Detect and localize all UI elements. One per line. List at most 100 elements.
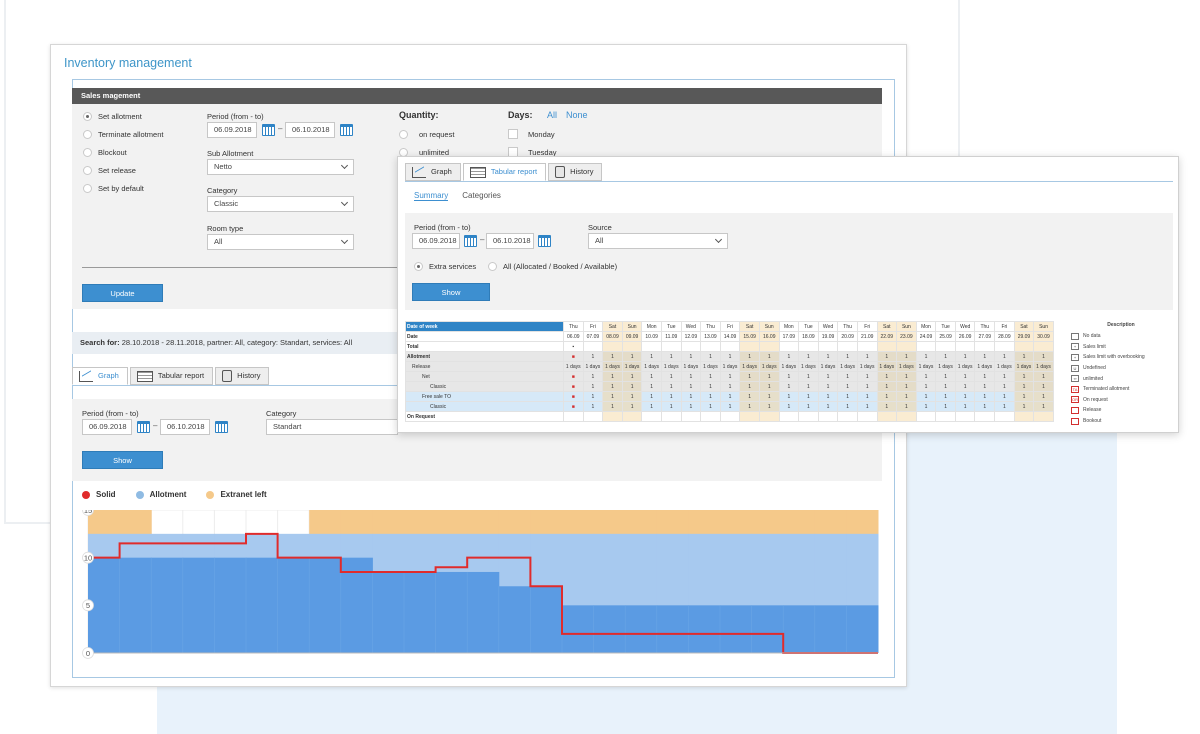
table-cell: 1 <box>621 351 643 362</box>
table-cell <box>778 341 800 352</box>
area-segment <box>656 605 689 653</box>
radio-button[interactable] <box>488 262 497 271</box>
radio-all-allocated[interactable]: All (Allocated / Booked / Available) <box>488 262 617 271</box>
table-cell: 1 <box>680 401 702 412</box>
table-cell: 1 <box>974 351 996 362</box>
table-cell: 1 days <box>837 361 858 372</box>
table-cell: 1 <box>994 391 1015 402</box>
graph-category-select[interactable]: Standart <box>266 419 398 435</box>
calendar-icon[interactable] <box>137 421 150 433</box>
table-row: Date 06.09 07.09 08.09 09.09 10.09 11.09 12.09 1… <box>405 331 1054 342</box>
overlay-source-select[interactable]: All <box>588 233 728 249</box>
table-cell: 1 <box>758 371 780 382</box>
radio-button[interactable] <box>399 130 408 139</box>
days-none-link[interactable]: None <box>566 110 588 120</box>
table-cell: 1 <box>758 401 780 412</box>
calendar-icon[interactable] <box>340 124 353 136</box>
table-cell: 1 <box>935 371 956 382</box>
calendar-icon[interactable] <box>215 421 228 433</box>
table-row: Classic ■ 1 1 1 1 1 1 1 1 1 1 1 1 1 1 1 1 1 1 1 1 1 1 1 1 <box>405 381 1054 392</box>
table-cell: 12.09 <box>680 331 702 342</box>
radio-on-request[interactable]: on request <box>399 130 454 139</box>
calendar-icon[interactable] <box>538 235 551 247</box>
radio-set-allotment[interactable]: Set allotment <box>83 112 142 121</box>
period-to-input[interactable]: 06.10.2018 <box>285 122 335 138</box>
tab-graph[interactable]: Graph <box>72 367 128 385</box>
table-cell: ■ <box>563 351 584 362</box>
tab-graph[interactable]: Graph <box>405 163 461 181</box>
radio-terminate-allotment[interactable]: Terminate allotment <box>83 130 163 139</box>
table-cell: 1 <box>935 401 956 412</box>
table-cell: 1 <box>856 351 878 362</box>
table-cell: Fri <box>582 321 604 332</box>
table-cell: 10.09 <box>641 331 662 342</box>
table-cell: 1 days <box>719 361 741 372</box>
row-label: Allotment <box>405 351 564 362</box>
room-type-select[interactable]: All <box>207 234 354 250</box>
table-cell: 24.09 <box>915 331 937 342</box>
table-cell: 1 <box>660 381 682 392</box>
table-cell: 1 <box>798 351 819 362</box>
category-select[interactable]: Classic <box>207 196 354 212</box>
table-cell: 1 <box>739 391 760 402</box>
radio-button[interactable] <box>83 148 92 157</box>
graph-icon <box>412 166 426 178</box>
table-cell: 1 <box>602 391 623 402</box>
table-cell <box>954 411 976 422</box>
table-cell: 1 <box>602 401 623 412</box>
tab-tabular-report[interactable]: Tabular report <box>129 367 214 385</box>
tab-history[interactable]: History <box>548 163 603 181</box>
radio-button[interactable] <box>83 184 92 193</box>
table-cell: 1 <box>1013 371 1035 382</box>
subtab-summary[interactable]: Summary <box>414 191 449 201</box>
checkbox[interactable] <box>508 129 518 139</box>
row-label: Total <box>405 341 564 352</box>
table-cell <box>915 411 937 422</box>
radio-set-release[interactable]: Set release <box>83 166 136 175</box>
legend-dot <box>135 490 144 499</box>
radio-button[interactable] <box>83 130 92 139</box>
sub-allotment-select[interactable]: Netto <box>207 159 354 175</box>
table-cell: 1 <box>856 381 878 392</box>
table-row: Release 1 days 1 days 1 days 1 days 1 days 1 d… <box>405 361 1054 372</box>
table-cell: 1 <box>876 351 898 362</box>
table-cell: Mon <box>641 321 662 332</box>
table-cell: 06.09 <box>563 331 584 342</box>
radio-blockout[interactable]: Blockout <box>83 148 127 157</box>
graph-period-to-input[interactable]: 06.10.2018 <box>160 419 210 435</box>
table-cell: ▪ <box>563 341 584 352</box>
calendar-icon[interactable] <box>464 235 477 247</box>
calendar-icon[interactable] <box>262 124 275 136</box>
table-cell: 1 days <box>876 361 898 372</box>
overlay-show-button[interactable]: Show <box>412 283 490 301</box>
graph-show-button[interactable]: Show <box>82 451 163 469</box>
radio-button[interactable] <box>83 166 92 175</box>
table-cell: Sat <box>1013 321 1035 332</box>
period-from-input[interactable]: 06.09.2018 <box>207 122 257 138</box>
table-cell: 1 <box>660 371 682 382</box>
radio-button[interactable] <box>414 262 423 271</box>
graph-period-from-input[interactable]: 06.09.2018 <box>82 419 132 435</box>
overlay-period-to-input[interactable]: 06.10.2018 <box>486 233 534 249</box>
table-cell: 13.09 <box>700 331 721 342</box>
table-cell: 1 <box>798 381 819 392</box>
tab-history[interactable]: History <box>215 367 270 385</box>
table-cell: 1 <box>817 391 839 402</box>
radio-extra-services[interactable]: Extra services <box>414 262 476 271</box>
row-label: Net <box>405 371 564 382</box>
table-cell: 1 <box>837 391 858 402</box>
graph-icon <box>79 370 93 382</box>
radio-set-by-default[interactable]: Set by default <box>83 184 144 193</box>
table-cell <box>876 341 898 352</box>
days-all-link[interactable]: All <box>547 110 557 120</box>
update-button[interactable]: Update <box>82 284 163 302</box>
table-cell <box>837 411 858 422</box>
table-cell: 1 <box>974 401 996 412</box>
radio-button[interactable] <box>83 112 92 121</box>
overlay-period-from-input[interactable]: 06.09.2018 <box>412 233 460 249</box>
description-item: Bookout <box>1071 416 1171 427</box>
tab-tabular-report[interactable]: Tabular report <box>462 163 547 181</box>
subtab-categories[interactable]: Categories <box>462 191 501 201</box>
table-cell: 1 <box>915 381 937 392</box>
day-monday[interactable]: Monday <box>508 129 555 139</box>
